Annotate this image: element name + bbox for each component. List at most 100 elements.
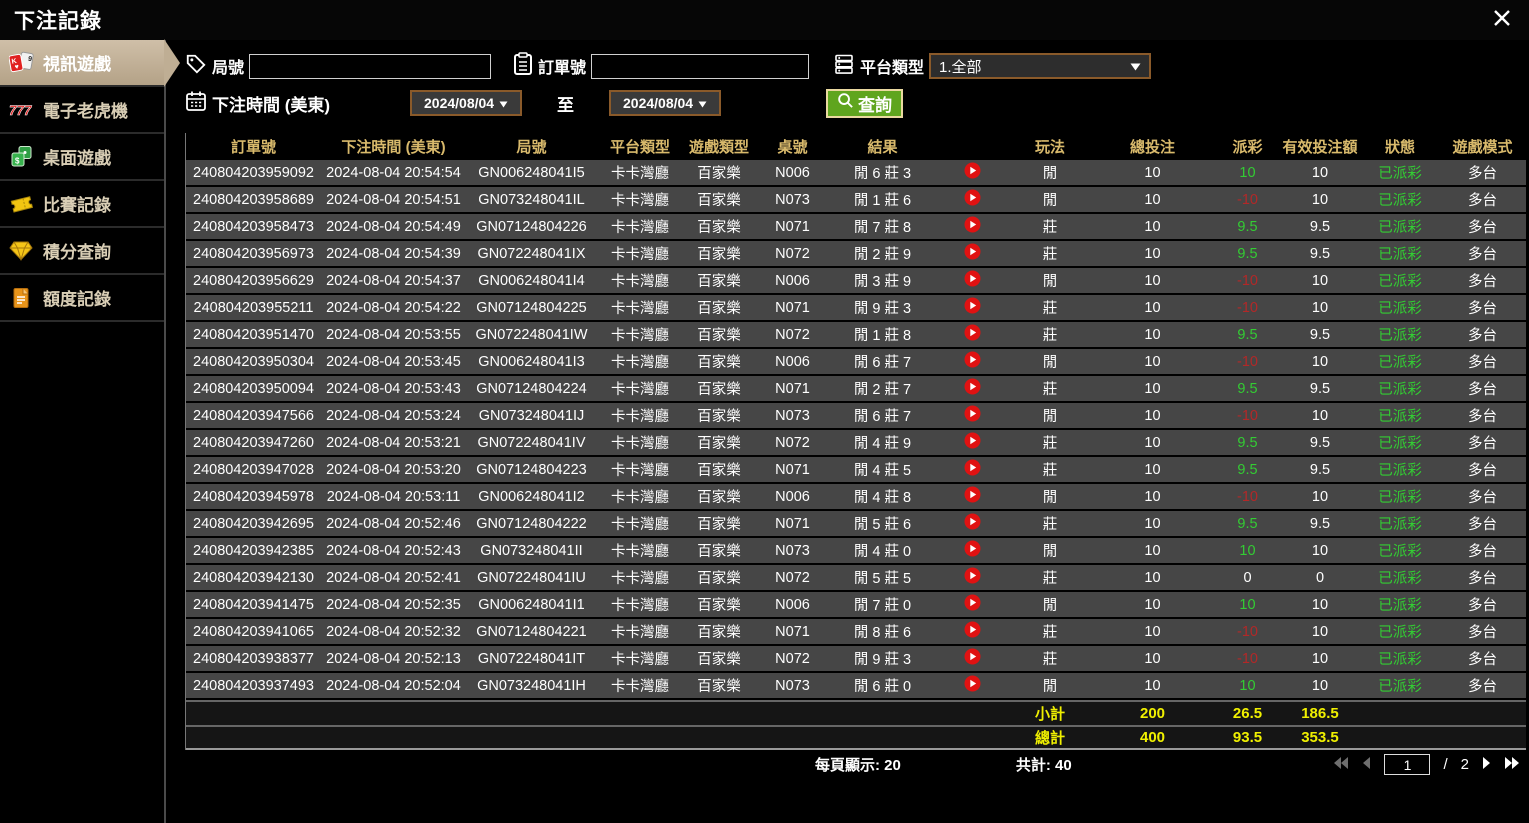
table-row: 240804203947260 2024-08-04 20:53:21 GN0722… (186, 430, 1526, 457)
cell-total-bet: 10 (1144, 272, 1161, 289)
replay-play-icon (964, 594, 981, 615)
sidebar-item-2[interactable]: 777 電子老虎機 (0, 87, 164, 134)
cell-bet-time: 2024-08-04 20:52:41 (326, 569, 461, 586)
cell-game-type: 百家樂 (697, 598, 741, 614)
cell-status: 已派彩 (1378, 355, 1422, 371)
cell-mode: 多台 (1468, 679, 1497, 695)
cell-game-type: 百家樂 (697, 166, 741, 182)
sidebar-item-5[interactable]: 積分查詢 (0, 228, 164, 275)
replay-button[interactable] (964, 459, 981, 480)
cell-valid-bet: 10 (1311, 623, 1329, 640)
order-number-input[interactable] (591, 53, 810, 79)
sidebar-item-3[interactable]: $ 桌面遊戲 (0, 134, 164, 181)
replay-play-icon (964, 567, 981, 588)
cell-valid-bet: 10 (1311, 596, 1329, 613)
cell-replay (935, 565, 1010, 590)
cell-bet-time: 2024-08-04 20:52:35 (326, 596, 461, 613)
cell-payout: 10 (1239, 596, 1256, 613)
pagination-bar: 每頁顯示: 20 共計: 40 / 2 (185, 750, 1526, 779)
sidebar-item-label: 視訊遊戲 (43, 55, 111, 74)
cell-result: 閒 4 莊 0 (853, 544, 912, 560)
cell-bet-time: 2024-08-04 20:53:21 (326, 434, 461, 451)
replay-button[interactable] (964, 513, 981, 534)
sidebar-item-1[interactable]: 9 K ♥ 視訊遊戲 (0, 40, 164, 87)
prev-page-button[interactable] (1362, 756, 1371, 774)
round-number-input[interactable] (249, 53, 492, 79)
chevron-down-icon (1130, 58, 1141, 75)
cell-table-no: N072 (775, 650, 810, 667)
replay-play-icon (964, 675, 981, 696)
table-header-row: 訂單號 下注時間 (美東) 局號 平台類型 遊戲類型 桌號 結果 玩法 總投注 派彩 有效投注額 狀態… (186, 133, 1526, 160)
cell-platform: 卡卡灣廳 (611, 409, 669, 425)
table-row: 240804203938377 2024-08-04 20:52:13 GN0722… (186, 646, 1526, 673)
replay-button[interactable] (964, 594, 981, 615)
sidebar-item-label: 比賽記錄 (43, 196, 111, 215)
cell-valid-bet: 10 (1311, 407, 1329, 424)
replay-button[interactable] (964, 189, 981, 210)
cell-mode: 多台 (1468, 382, 1497, 398)
cell-table-no: N071 (775, 218, 810, 235)
cell-table-no: N073 (775, 677, 810, 694)
cell-total-bet: 10 (1144, 407, 1161, 424)
sidebar-item-4[interactable]: 比賽記錄 (0, 181, 164, 228)
replay-button[interactable] (964, 486, 981, 507)
last-page-button[interactable] (1504, 756, 1520, 774)
cell-mode: 多台 (1468, 409, 1497, 425)
platform-type-select[interactable]: 1.全部 (929, 53, 1152, 79)
replay-button[interactable] (964, 621, 981, 642)
cell-replay (935, 376, 1010, 401)
cell-replay (935, 268, 1010, 293)
cell-valid-bet: 10 (1311, 191, 1329, 208)
cell-replay (935, 403, 1010, 428)
date-to-dropdown[interactable]: 2024/08/04 (609, 90, 722, 116)
replay-button[interactable] (964, 243, 981, 264)
cell-bet-time: 2024-08-04 20:54:51 (326, 191, 461, 208)
current-page-input[interactable] (1384, 754, 1431, 775)
cell-result: 閒 2 莊 7 (853, 382, 912, 398)
page-title: 下注記錄 (14, 10, 102, 33)
cell-round-id: GN072248041IW (475, 326, 588, 343)
subtotal-valid-bet: 186.5 (1301, 705, 1339, 722)
replay-button[interactable] (964, 432, 981, 453)
cell-mode: 多台 (1468, 220, 1497, 236)
replay-play-icon (964, 189, 981, 210)
cell-status: 已派彩 (1378, 247, 1422, 263)
replay-button[interactable] (964, 297, 981, 318)
cell-play: 莊 (1042, 652, 1058, 668)
replay-button[interactable] (964, 648, 981, 669)
first-page-button[interactable] (1333, 756, 1349, 774)
sidebar-item-6[interactable]: 額度記錄 (0, 275, 164, 322)
replay-button[interactable] (964, 405, 981, 426)
cell-status: 已派彩 (1378, 193, 1422, 209)
cell-play: 莊 (1042, 328, 1058, 344)
replay-button[interactable] (964, 540, 981, 561)
replay-button[interactable] (964, 216, 981, 237)
cell-mode: 多台 (1468, 328, 1497, 344)
replay-button[interactable] (964, 351, 981, 372)
replay-button[interactable] (964, 567, 981, 588)
subtotal-total-bet: 200 (1139, 705, 1166, 722)
cell-platform: 卡卡灣廳 (611, 328, 669, 344)
cell-total-bet: 10 (1144, 596, 1161, 613)
cell-table-no: N073 (775, 407, 810, 424)
replay-button[interactable] (964, 324, 981, 345)
close-icon (1493, 9, 1511, 32)
replay-button[interactable] (964, 162, 981, 183)
close-button[interactable] (1493, 9, 1511, 32)
cell-play: 閒 (1042, 409, 1058, 425)
cell-play: 莊 (1042, 625, 1058, 641)
date-from-dropdown[interactable]: 2024/08/04 (410, 90, 523, 116)
table-row: 240804203942130 2024-08-04 20:52:41 GN0722… (186, 565, 1526, 592)
cell-game-type: 百家樂 (697, 382, 741, 398)
cell-replay (935, 160, 1010, 185)
next-page-button[interactable] (1482, 756, 1491, 774)
search-button[interactable]: 查詢 (826, 88, 904, 118)
grand-total-row: 總計 400 93.5 353.5 (186, 725, 1526, 750)
cell-round-id: GN006248041I5 (478, 164, 585, 181)
replay-button[interactable] (964, 270, 981, 291)
replay-button[interactable] (964, 675, 981, 696)
cell-valid-bet: 10 (1311, 272, 1329, 289)
replay-play-icon (964, 432, 981, 453)
cell-total-bet: 10 (1144, 488, 1161, 505)
replay-button[interactable] (964, 378, 981, 399)
